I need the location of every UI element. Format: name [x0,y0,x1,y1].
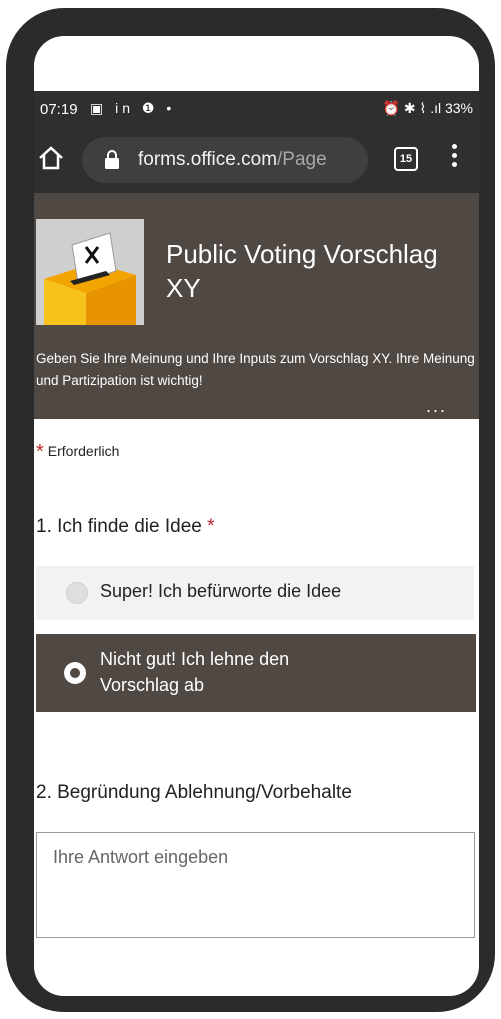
status-time: 07:19 [40,101,78,118]
question-1-title: 1. Ich finde die Idee * [36,516,215,537]
form-description: Geben Sie Ihre Meinung und Ihre Inputs z… [36,351,475,388]
system-icons: ⏰ ✱ ⌇ .ıl 33% [382,100,473,116]
form-header: Public Voting Vorschlag XY Geben Sie Ihr… [34,193,479,419]
option-reject[interactable]: Nicht gut! Ich lehne den Vorschlag ab [36,634,476,712]
phone-frame: 07:19 ▣ in ❶ • ⏰ ✱ ⌇ .ıl 33% forms.offic… [6,8,495,1012]
more-options-icon[interactable]: ... [426,397,447,415]
option-approve[interactable]: Super! Ich befürworte die Idee [36,566,474,620]
ballot-box-logo [36,219,144,325]
question-2-title: 2. Begründung Ablehnung/Vorbehalte [36,782,352,803]
screen: 07:19 ▣ in ❶ • ⏰ ✱ ⌇ .ıl 33% forms.offic… [34,36,479,996]
radio-selected-icon[interactable] [64,662,86,684]
overflow-menu-icon[interactable] [450,144,458,172]
required-label: Erforderlich [47,443,120,459]
browser-toolbar: forms.office.com/Page 15 [34,129,479,193]
answer-textarea[interactable]: Ihre Antwort eingeben [36,832,475,938]
status-bar: 07:19 ▣ in ❶ • ⏰ ✱ ⌇ .ıl 33% [34,91,479,129]
form-title: Public Voting Vorschlag XY [166,239,438,303]
option-label: Nicht gut! Ich lehne den Vorschlag ab [100,649,290,695]
option-label: Super! Ich befürworte die Idee [100,581,342,601]
radio-unselected-icon[interactable] [66,582,88,604]
home-icon[interactable] [36,143,66,173]
notification-icons: ▣ in ❶ • [90,100,176,116]
required-note: * Erforderlich [36,441,119,464]
address-bar[interactable]: forms.office.com/Page [82,137,368,183]
tabs-count-icon[interactable]: 15 [394,147,418,171]
required-star: * [207,516,215,537]
required-star: * [36,441,44,463]
url-text: forms.office.com/Page [138,149,327,170]
answer-placeholder: Ihre Antwort eingeben [53,847,229,867]
lock-icon [105,150,119,169]
